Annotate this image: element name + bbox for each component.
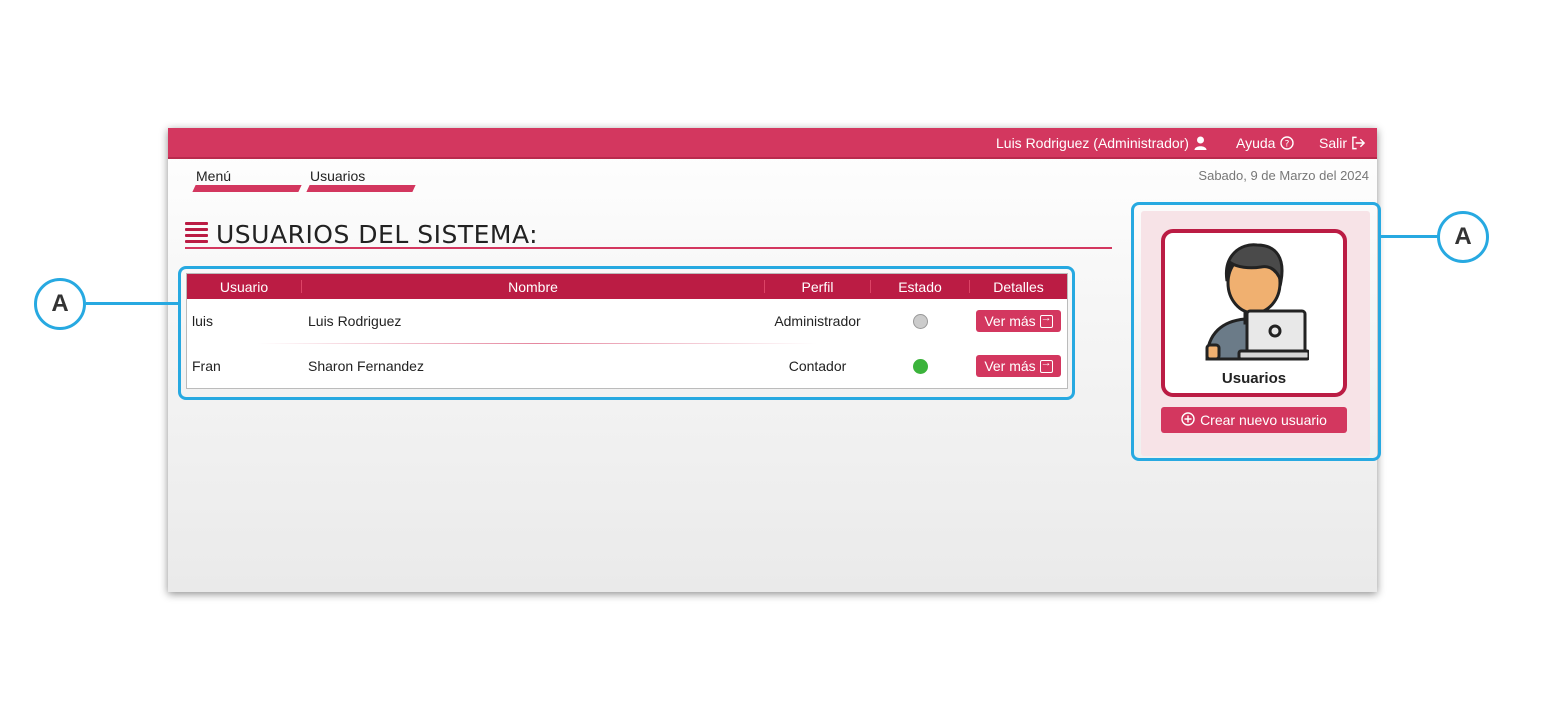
heading-divider [185,247,1112,249]
logout-label: Salir [1319,135,1348,151]
question-circle-icon: ? [1279,136,1294,151]
annotation-connector [1381,235,1439,238]
page-title: USUARIOS DEL SISTEMA: [216,220,539,249]
breadcrumb-item-usuarios[interactable]: Usuarios [304,168,416,192]
annotation-marker-left: A [34,278,86,330]
user-icon [1193,136,1208,151]
top-bar: Luis Rodriguez (Administrador) Ayuda ? S… [168,128,1377,159]
svg-text:?: ? [1285,140,1290,150]
list-icon [185,221,208,248]
user-menu[interactable]: Luis Rodriguez (Administrador) [996,135,1208,151]
help-label: Ayuda [1236,135,1276,151]
breadcrumb-label: Usuarios [310,168,366,184]
breadcrumb-item-menu[interactable]: Menú [190,168,302,192]
breadcrumb-underline [306,185,416,192]
breadcrumb-underline [192,185,302,192]
annotation-connector [86,302,178,305]
annotation-box-panel [1131,202,1381,461]
logout-link[interactable]: Salir [1319,135,1366,151]
current-date: Sabado, 9 de Marzo del 2024 [1198,168,1369,183]
user-label: Luis Rodriguez (Administrador) [996,135,1189,151]
stage: Luis Rodriguez (Administrador) Ayuda ? S… [0,0,1545,720]
logout-icon [1351,136,1366,151]
annotation-marker-right: A [1437,211,1489,263]
breadcrumb-label: Menú [196,168,232,184]
help-link[interactable]: Ayuda ? [1236,135,1294,151]
page-heading: USUARIOS DEL SISTEMA: [185,220,538,249]
annotation-box-table [178,266,1075,400]
